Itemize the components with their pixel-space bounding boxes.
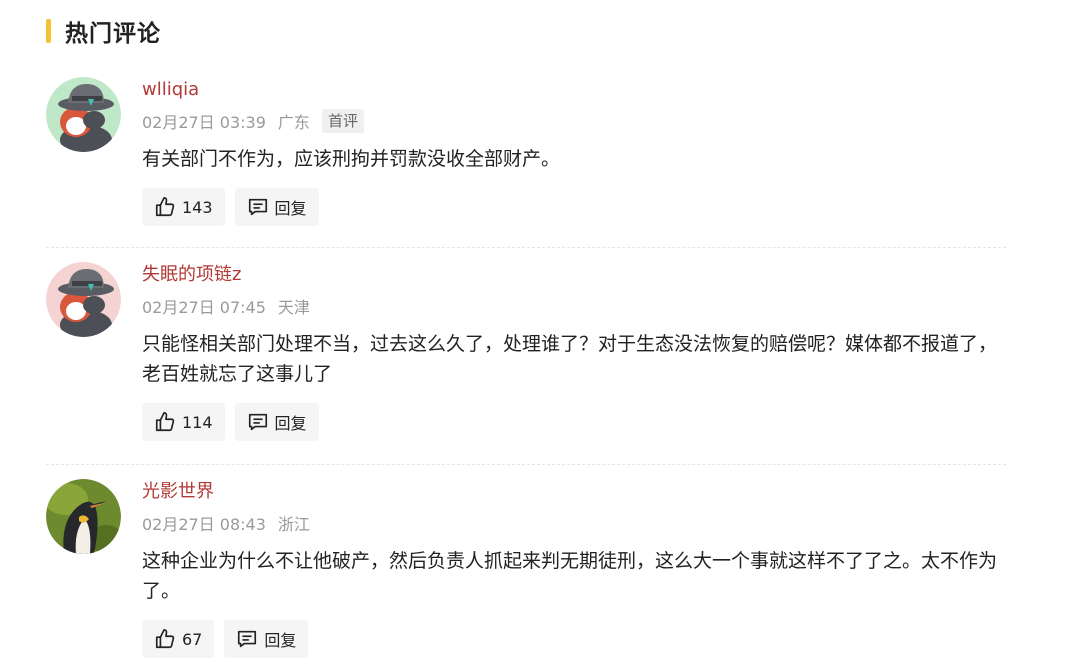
comment-meta: 02月27日 03:39 广东 首评 — [142, 108, 1006, 134]
accent-bar — [46, 19, 51, 43]
like-count: 143 — [182, 197, 213, 217]
section-header: 热门评论 — [46, 14, 161, 48]
first-comment-badge: 首评 — [321, 109, 364, 133]
comment-date: 02月27日 03:39 — [142, 113, 266, 132]
reply-button[interactable]: 回复 — [224, 620, 309, 658]
reply-button[interactable]: 回复 — [234, 403, 319, 441]
comment-location: 天津 — [277, 298, 310, 317]
like-count: 114 — [182, 412, 213, 432]
comment-body: 失眠的项链z 02月27日 07:45 天津 只能怪相关部门处理不当，过去这么久… — [142, 262, 1006, 441]
like-button[interactable]: 67 — [142, 620, 215, 658]
avatar[interactable] — [46, 77, 121, 152]
comment-meta: 02月27日 07:45 天津 — [142, 293, 1006, 319]
comment-date: 02月27日 08:43 — [142, 515, 266, 534]
comment-body: 光影世界 02月27日 08:43 浙江 这种企业为什么不让他破产，然后负责人抓… — [142, 479, 1006, 658]
comment-location: 广东 — [277, 113, 310, 132]
reply-label: 回复 — [264, 631, 297, 650]
comment-text: 只能怪相关部门处理不当，过去这么久了，处理谁了？对于生态没法恢复的赔偿呢？媒体都… — [142, 333, 998, 385]
comment-text: 这种企业为什么不让他破产，然后负责人抓起来判无期徒刑，这么大一个事就这样不了了之… — [142, 550, 998, 602]
username[interactable]: 失眠的项链z — [142, 263, 1006, 287]
comment-text: 有关部门不作为，应该刑拘并罚款没收全部财产。 — [142, 148, 561, 170]
comment-meta: 02月27日 08:43 浙江 — [142, 510, 1006, 536]
comment-divider — [46, 247, 1006, 248]
cartoon-animal-avatar-icon — [46, 262, 121, 337]
cartoon-animal-avatar-icon — [46, 77, 121, 152]
penguin-photo-avatar-icon — [46, 479, 121, 554]
username[interactable]: wlliqia — [142, 78, 1006, 102]
like-count: 67 — [182, 629, 203, 649]
comment-icon — [248, 198, 267, 216]
comment-actions: 114 回复 — [142, 403, 1006, 441]
comment-icon — [248, 413, 267, 431]
comment-body: wlliqia 02月27日 03:39 广东 首评 有关部门不作为，应该刑拘并… — [142, 77, 1006, 226]
comment-divider — [46, 464, 1006, 465]
comment-actions: 143 回复 — [142, 188, 1006, 226]
comment-icon — [238, 630, 257, 648]
thumbs-up-icon — [155, 412, 175, 432]
thumbs-up-icon — [155, 629, 175, 649]
reply-label: 回复 — [274, 414, 307, 433]
avatar[interactable] — [46, 479, 121, 554]
avatar[interactable] — [46, 262, 121, 337]
like-button[interactable]: 143 — [142, 188, 225, 226]
reply-button[interactable]: 回复 — [234, 188, 319, 226]
section-title: 热门评论 — [65, 21, 161, 47]
like-button[interactable]: 114 — [142, 403, 225, 441]
comment-location: 浙江 — [277, 515, 310, 534]
username[interactable]: 光影世界 — [142, 480, 1006, 504]
reply-label: 回复 — [274, 199, 307, 218]
comment-date: 02月27日 07:45 — [142, 298, 266, 317]
thumbs-up-icon — [155, 197, 175, 217]
comment-actions: 67 回复 — [142, 620, 1006, 658]
